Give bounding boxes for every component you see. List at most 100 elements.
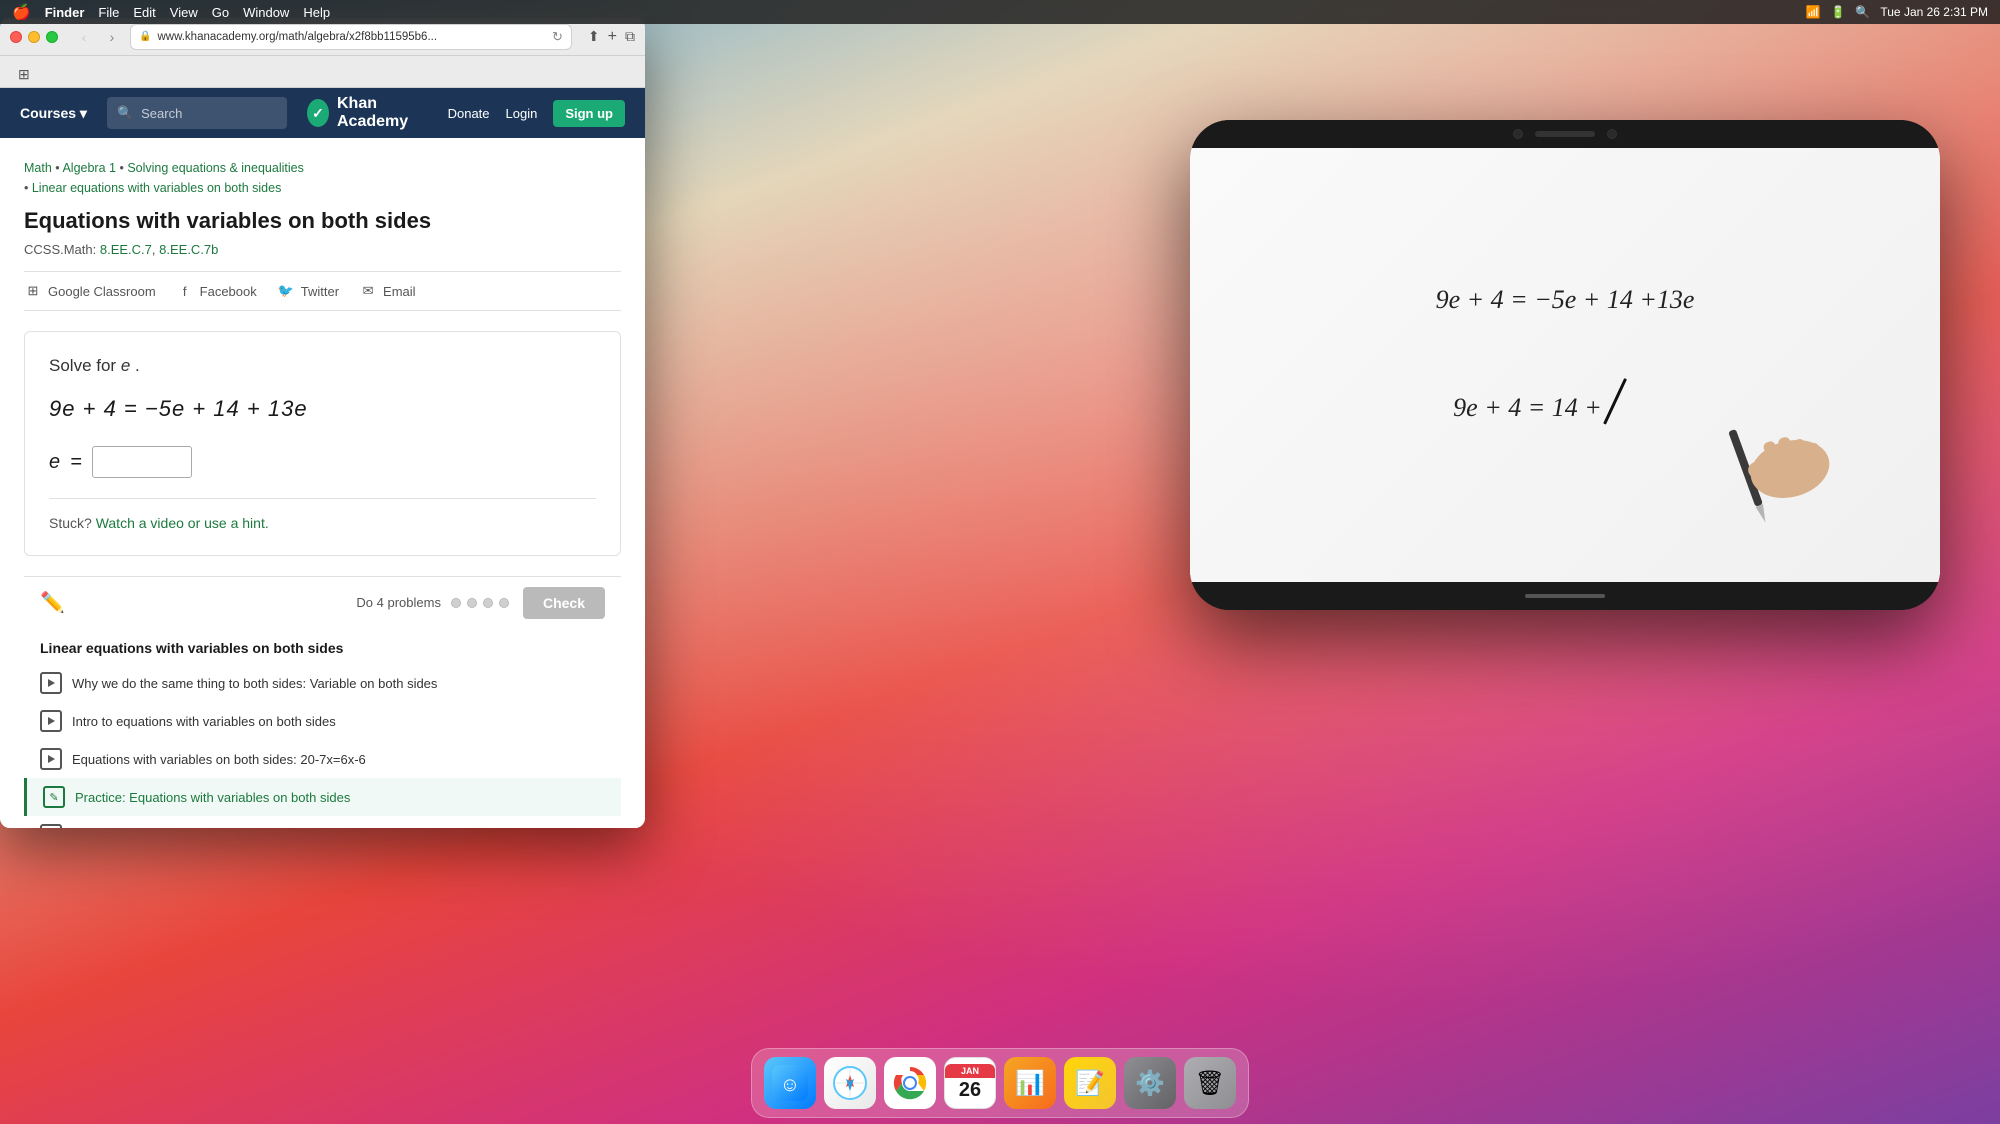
phone-speaker [1535, 131, 1595, 137]
mascot-icon: ✏️ [40, 590, 65, 615]
related-section: Linear equations with variables on both … [24, 628, 621, 828]
breadcrumb-algebra1[interactable]: Algebra 1 [62, 161, 116, 175]
forward-button[interactable]: › [102, 27, 122, 47]
related-label-1: Intro to equations with variables on bot… [72, 714, 336, 729]
share-google-label: Google Classroom [48, 284, 156, 299]
related-item-3[interactable]: ✎ Practice: Equations with variables on … [24, 778, 621, 816]
dock-finder[interactable]: ☺ [764, 1057, 816, 1109]
back-button[interactable]: ‹ [74, 27, 94, 47]
hand-writing-svg [1680, 379, 1880, 539]
ka-logo-icon: ✓ [307, 99, 329, 127]
share-google-classroom[interactable]: ⊞ Google Classroom [24, 282, 156, 300]
answer-input[interactable] [92, 446, 192, 478]
menubar-search-icon[interactable]: 🔍 [1855, 5, 1870, 19]
search-bar[interactable]: 🔍 Search [107, 97, 287, 129]
menubar-app-name[interactable]: Finder [45, 5, 85, 20]
facebook-icon: f [176, 282, 194, 300]
browser-nav: ‹ › [74, 27, 122, 47]
progress-dot-2 [467, 598, 477, 608]
progress-dots [451, 598, 509, 608]
related-item-4[interactable]: Equation with variables on both sides: f… [24, 816, 621, 828]
sidebar-toggle-icon[interactable]: ⊞ [10, 62, 38, 87]
progress-dot-3 [483, 598, 493, 608]
menubar-go[interactable]: Go [212, 5, 229, 20]
practice-icon-3: ✎ [43, 786, 65, 808]
related-label-4: Equation with variables on both sides: f… [72, 828, 343, 829]
dock-keynote[interactable]: 📊 [1004, 1057, 1056, 1109]
ka-logo: ✓ Khan Academy [307, 95, 428, 131]
dock-safari[interactable] [824, 1057, 876, 1109]
courses-button[interactable]: Courses ▾ [20, 105, 87, 122]
menubar-file[interactable]: File [98, 5, 119, 20]
breadcrumb-solving[interactable]: Solving equations & inequalities [127, 161, 304, 175]
dock-chrome[interactable] [884, 1057, 936, 1109]
add-tab-icon[interactable]: + [608, 28, 617, 46]
share-email[interactable]: ✉ Email [359, 282, 416, 300]
problem-box: Solve for e . 9e + 4 = −5e + 14 + 13e e … [24, 331, 621, 556]
problem-instruction: Solve for e . [49, 356, 596, 376]
stuck-line: Stuck? Watch a video or use a hint. [49, 515, 596, 531]
check-button[interactable]: Check [523, 587, 605, 619]
share-icon[interactable]: ⬆ [588, 28, 600, 46]
twitter-icon: 🐦 [277, 282, 295, 300]
menubar-wifi-icon: 📶 [1806, 5, 1821, 19]
url-text: www.khanacademy.org/math/algebra/x2f8bb1… [157, 31, 437, 43]
video-play-icon-0 [40, 672, 62, 694]
signup-link[interactable]: Sign up [553, 100, 625, 127]
menubar-window[interactable]: Window [243, 5, 289, 20]
ccss-line: CCSS.Math: 8.EE.C.7, 8.EE.C.7b [24, 242, 621, 257]
settings-icon: ⚙️ [1135, 1069, 1165, 1098]
ka-logo-text: Khan Academy [337, 95, 428, 131]
hint-link[interactable]: Watch a video or use a hint. [96, 515, 269, 531]
google-classroom-icon: ⊞ [24, 282, 42, 300]
share-facebook[interactable]: f Facebook [176, 282, 257, 300]
divider [49, 498, 596, 499]
progress-dot-1 [451, 598, 461, 608]
menubar-view[interactable]: View [170, 5, 198, 20]
keynote-icon: 📊 [1015, 1069, 1045, 1098]
window-maximize-button[interactable] [46, 31, 58, 43]
menubar-battery-icon: 🔋 [1830, 5, 1845, 19]
share-twitter-label: Twitter [301, 284, 339, 299]
menubar-edit[interactable]: Edit [133, 5, 155, 20]
ccss-link1[interactable]: 8.EE.C.7 [100, 242, 152, 257]
related-title: Linear equations with variables on both … [24, 640, 621, 656]
menubar-right: 📶 🔋 🔍 Tue Jan 26 2:31 PM [1806, 5, 1988, 19]
calendar-date: 26 [959, 1078, 981, 1102]
related-item-2[interactable]: Equations with variables on both sides: … [24, 740, 621, 778]
login-link[interactable]: Login [506, 106, 538, 121]
dock-calendar[interactable]: JAN 26 [944, 1057, 996, 1109]
menubar-help[interactable]: Help [303, 5, 330, 20]
traffic-lights [10, 31, 58, 43]
page-title: Equations with variables on both sides [24, 208, 621, 234]
related-label-3[interactable]: Practice: Equations with variables on bo… [75, 790, 350, 805]
dock: ☺ JAN 26 📊 📝 [751, 1048, 1249, 1118]
phone-camera [1513, 129, 1523, 139]
breadcrumb-math[interactable]: Math [24, 161, 52, 175]
ccss-link2[interactable]: 8.EE.C.7b [159, 242, 218, 257]
ccss-label: CCSS.Math: [24, 242, 96, 257]
dock-stickies[interactable]: 📝 [1064, 1057, 1116, 1109]
problem-equation: 9e + 4 = −5e + 14 + 13e [49, 396, 596, 422]
ka-nav-links: Donate Login Sign up [448, 100, 625, 127]
related-item-1[interactable]: Intro to equations with variables on bot… [24, 702, 621, 740]
donate-link[interactable]: Donate [448, 106, 490, 121]
apple-menu[interactable]: 🍎 [12, 3, 31, 21]
stuck-label: Stuck? [49, 515, 92, 531]
share-twitter[interactable]: 🐦 Twitter [277, 282, 339, 300]
video-play-icon-4 [40, 824, 62, 828]
dock-trash[interactable]: 🗑 [1184, 1057, 1236, 1109]
reload-icon[interactable]: ↻ [552, 29, 563, 45]
related-item-0[interactable]: Why we do the same thing to both sides: … [24, 664, 621, 702]
url-bar[interactable]: 🔒 www.khanacademy.org/math/algebra/x2f8b… [130, 24, 572, 50]
answer-variable: e [49, 451, 60, 474]
window-close-button[interactable] [10, 31, 22, 43]
window-minimize-button[interactable] [28, 31, 40, 43]
menubar: 🍎 Finder File Edit View Go Window Help 📶… [0, 0, 2000, 24]
breadcrumb-linear[interactable]: Linear equations with variables on both … [32, 181, 281, 195]
do-problems-text: Do 4 problems [356, 595, 441, 610]
tab-overview-icon[interactable]: ⧉ [625, 28, 635, 46]
video-play-icon-1 [40, 710, 62, 732]
dock-system-preferences[interactable]: ⚙️ [1124, 1057, 1176, 1109]
trash-icon: 🗑 [1195, 1069, 1225, 1098]
